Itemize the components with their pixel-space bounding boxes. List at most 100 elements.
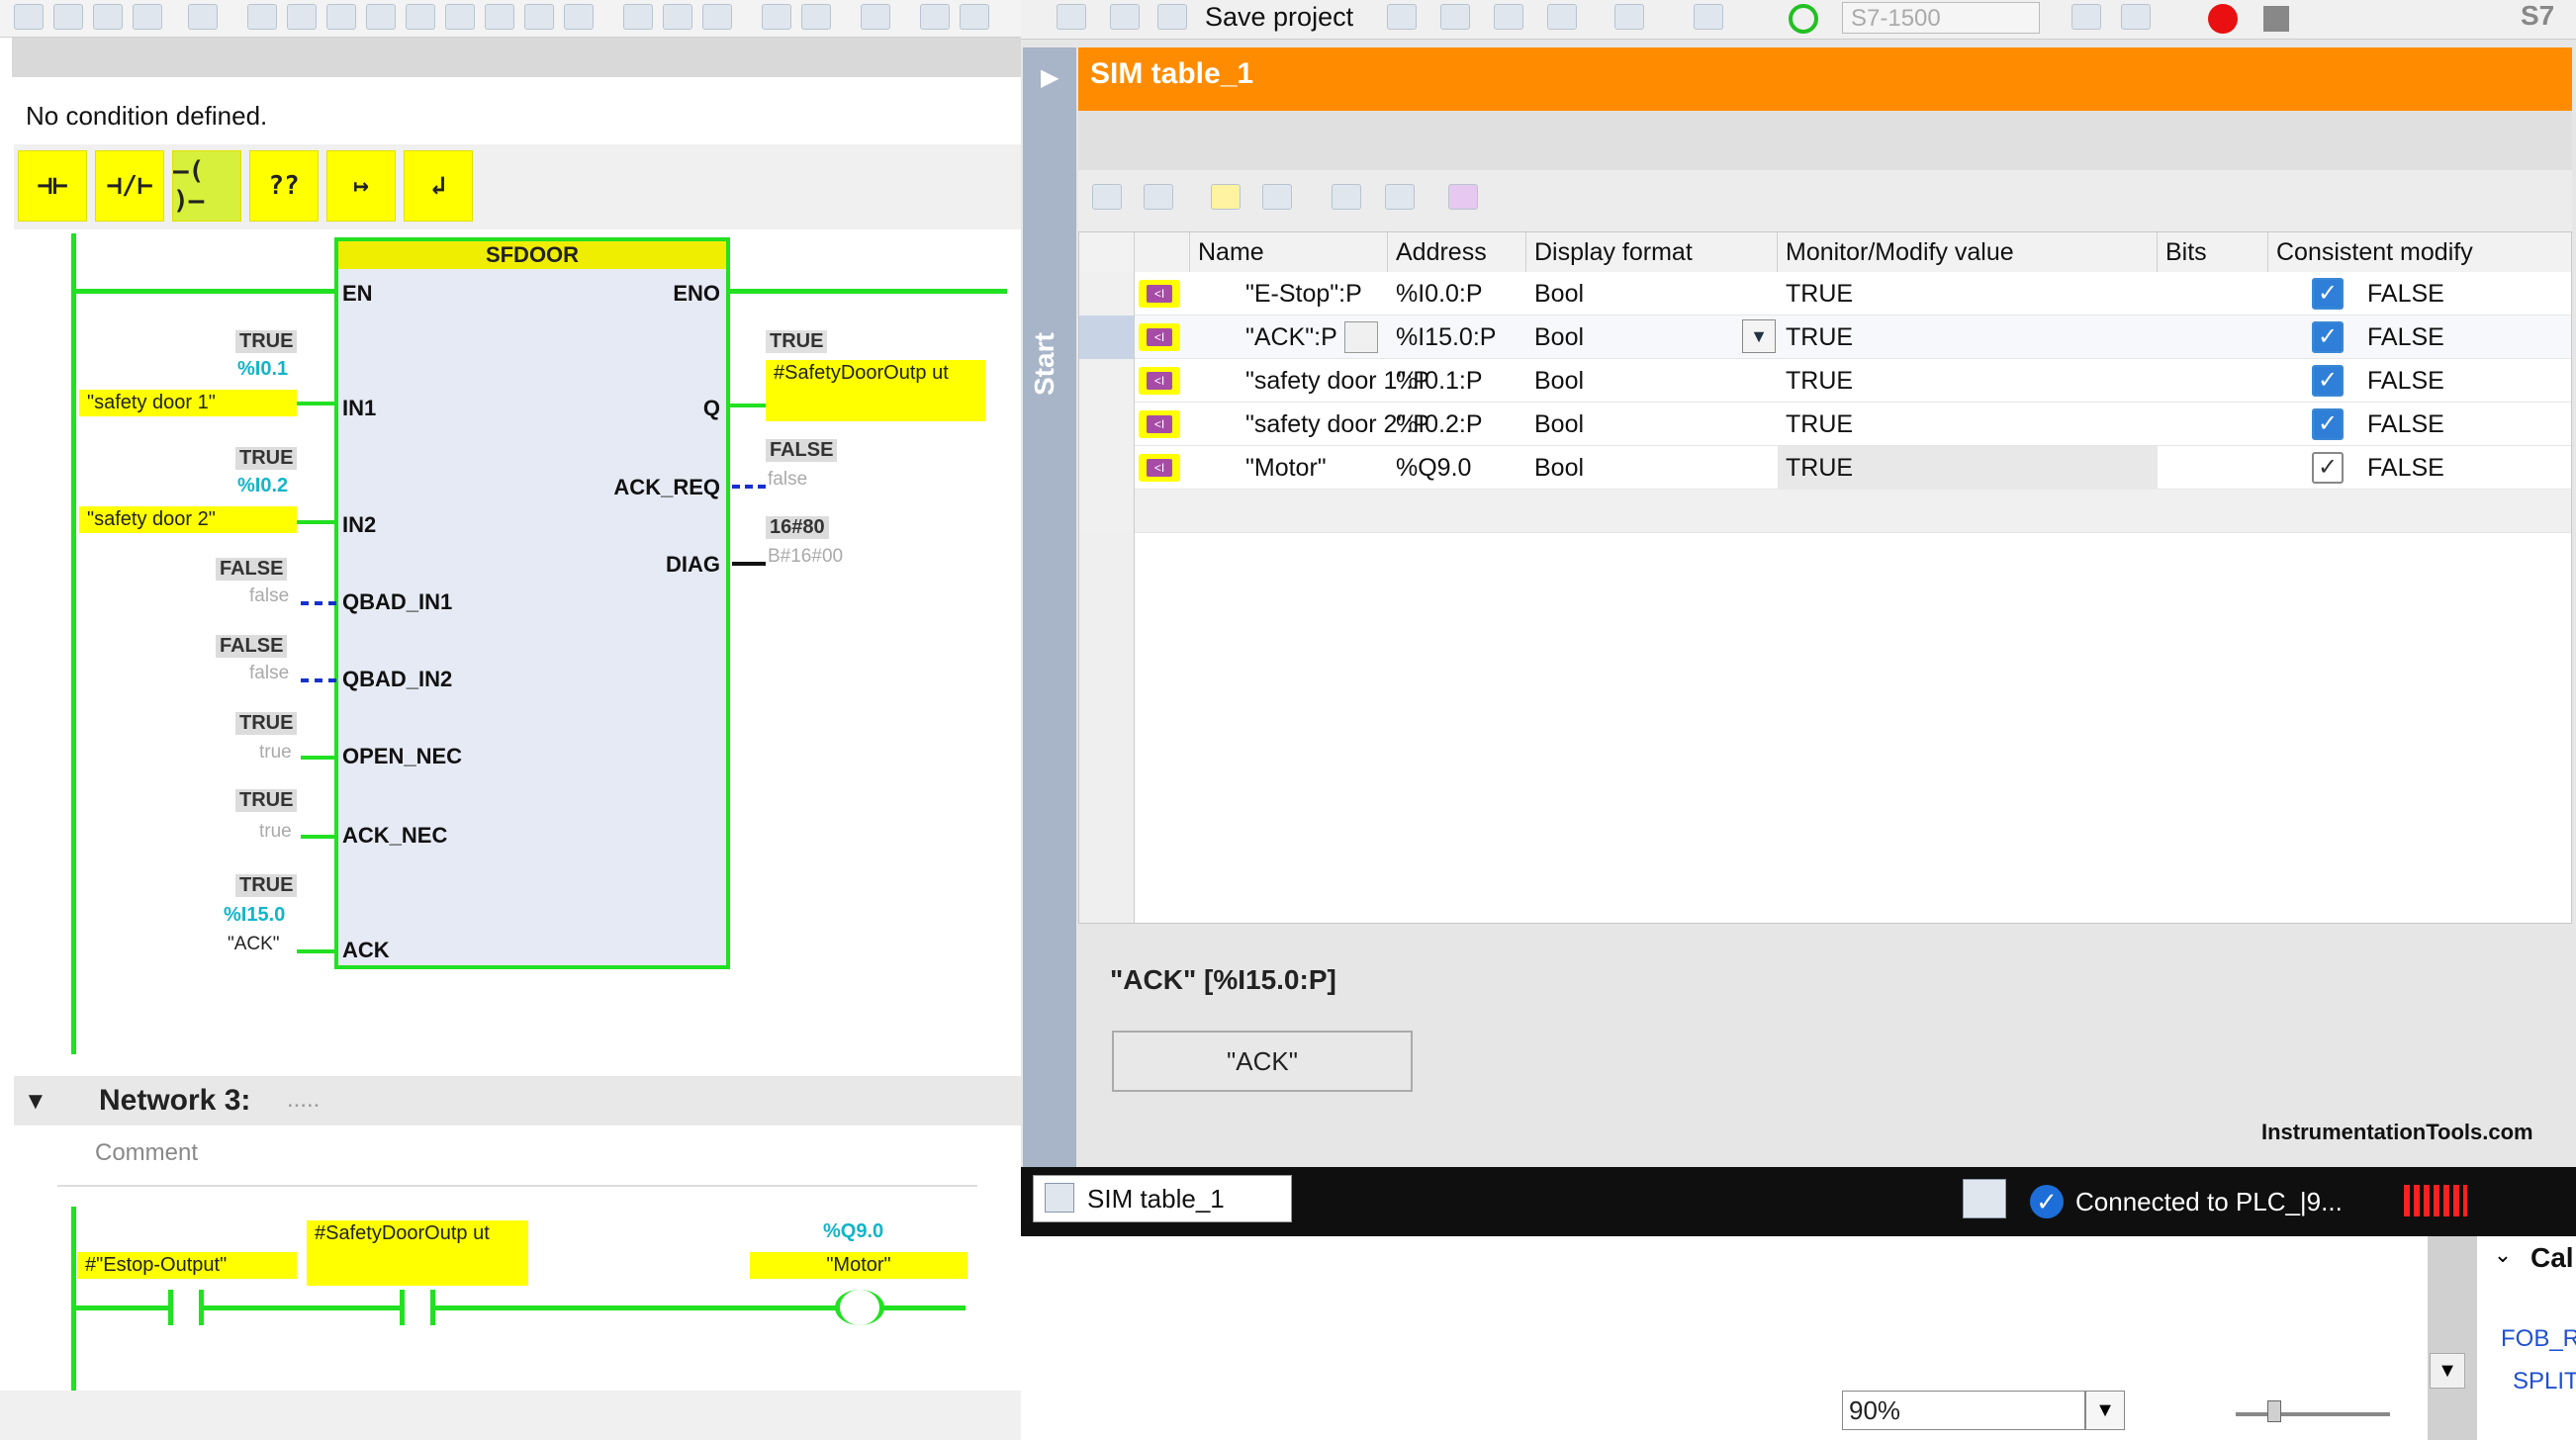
row-header[interactable] [1079, 359, 1135, 403]
new-icon[interactable] [1057, 4, 1086, 30]
q-tag[interactable]: #SafetyDoorOutp ut [766, 360, 985, 421]
col-name[interactable]: Name [1190, 232, 1388, 272]
chevron-down-icon[interactable]: ⌄ [2485, 1242, 2521, 1278]
toolbar-icon[interactable] [564, 4, 594, 30]
in2-tag[interactable]: "safety door 2" [79, 506, 297, 533]
bit-checkbox[interactable]: ✓ [2312, 452, 2344, 484]
zoom-dropdown-icon[interactable]: ▼ [2085, 1391, 2125, 1430]
col-bits[interactable]: Bits [2158, 232, 2268, 272]
close-branch-button[interactable]: ↲ [404, 150, 473, 222]
toolbar-icon[interactable] [93, 4, 123, 30]
ack-tag[interactable]: "ACK" [228, 934, 280, 955]
col-address[interactable]: Address [1388, 232, 1526, 272]
toolbar-icon[interactable] [485, 4, 514, 30]
row-format[interactable]: Bool [1534, 323, 1584, 352]
row-consistent[interactable]: FALSE [2367, 454, 2444, 483]
row-value[interactable]: TRUE [1786, 323, 1853, 352]
row-header[interactable] [1079, 272, 1135, 315]
save-icon[interactable] [1157, 4, 1187, 30]
list-icon[interactable] [1344, 321, 1378, 353]
row-name[interactable]: "Motor" [1245, 454, 1327, 483]
zoom-select[interactable]: 90% [1842, 1391, 2085, 1430]
zoom-slider[interactable] [2236, 1412, 2390, 1416]
network-comment[interactable]: Comment [95, 1139, 198, 1167]
row-format[interactable]: Bool [1534, 454, 1584, 483]
col-monitor-value[interactable]: Monitor/Modify value [1778, 232, 2158, 272]
empty-row[interactable] [1079, 490, 2571, 533]
toolbar-icon[interactable] [920, 4, 950, 30]
bit-checkbox[interactable]: ✓ [2312, 278, 2344, 310]
in1-tag[interactable]: "safety door 1" [79, 390, 297, 416]
fob-label[interactable]: FOB_R [2501, 1325, 2576, 1353]
toolbar-icon[interactable] [623, 4, 653, 30]
row-consistent[interactable]: FALSE [2367, 323, 2444, 352]
copy-icon[interactable] [1440, 4, 1470, 30]
open-icon[interactable] [1110, 4, 1140, 30]
add-tag-icon[interactable] [1144, 184, 1173, 210]
toolbar-icon[interactable] [702, 4, 732, 30]
empty-box-button[interactable]: ?? [249, 150, 319, 222]
table-row[interactable]: <I "Motor" %Q9.0 Bool TRUE ✓ FALSE [1079, 446, 2571, 490]
bit-checkbox[interactable]: ✓ [2312, 321, 2344, 353]
record-icon[interactable] [2208, 4, 2238, 34]
toolbar-icon[interactable] [524, 4, 554, 30]
toolbar-icon[interactable] [960, 4, 989, 30]
coil-symbol[interactable] [835, 1290, 884, 1325]
format-dropdown-icon[interactable]: ▼ [1742, 319, 1776, 353]
delete-icon[interactable] [1547, 4, 1577, 30]
network-icon[interactable] [1963, 1179, 2006, 1218]
row-value[interactable]: TRUE [1786, 454, 1853, 483]
toolbar-icon[interactable] [53, 4, 83, 30]
row-address[interactable]: %I0.0:P [1396, 280, 1483, 309]
motor-coil-tag[interactable]: "Motor" [750, 1252, 967, 1279]
safety-door-contact-tag[interactable]: #SafetyDoorOutp ut [307, 1220, 528, 1286]
bit-checkbox[interactable]: ✓ [2312, 365, 2344, 397]
row-consistent[interactable]: FALSE [2367, 367, 2444, 396]
cut-icon[interactable] [1387, 4, 1417, 30]
modify-now-icon[interactable] [1211, 184, 1241, 210]
power-icon[interactable] [1789, 4, 1818, 34]
toolbar-icon[interactable] [663, 4, 692, 30]
collapse-icon[interactable]: ▼ [24, 1088, 47, 1116]
split-label[interactable]: SPLIT [2513, 1368, 2576, 1395]
row-address[interactable]: %Q9.0 [1396, 454, 1471, 483]
splitter-bar[interactable] [1078, 924, 2572, 938]
contact-symbol[interactable] [400, 1290, 435, 1325]
toolbar-icon[interactable] [861, 4, 890, 30]
row-name[interactable]: "ACK":P [1245, 323, 1337, 352]
scroll-down-icon[interactable]: ▼ [2430, 1353, 2465, 1389]
table-row[interactable]: <I "E-Stop":P %I0.0:P Bool TRUE ✓ FALSE [1079, 272, 2571, 315]
toolbar-icon[interactable] [287, 4, 317, 30]
cpu-select[interactable]: S7-1500 [1842, 2, 2040, 34]
row-consistent[interactable]: FALSE [2367, 280, 2444, 309]
open-branch-button[interactable]: ↦ [326, 150, 396, 222]
row-name[interactable]: "E-Stop":P [1245, 280, 1362, 309]
contact-symbol[interactable] [168, 1290, 204, 1325]
import-icon[interactable] [1385, 184, 1415, 210]
sfdoor-block[interactable]: SFDOOR EN IN1 IN2 QBAD_IN1 QBAD_IN2 OPEN… [334, 237, 730, 969]
tag-icon[interactable] [1448, 184, 1478, 210]
row-header[interactable] [1079, 315, 1135, 359]
toolbar-icon[interactable] [801, 4, 831, 30]
toolbar-icon[interactable] [366, 4, 396, 30]
row-address[interactable]: %I0.2:P [1396, 410, 1483, 439]
coil-button[interactable]: –( )– [172, 150, 241, 222]
export-icon[interactable] [1332, 184, 1361, 210]
add-row-icon[interactable] [1092, 184, 1122, 210]
paste-icon[interactable] [1494, 4, 1523, 30]
row-header[interactable] [1079, 446, 1135, 490]
split-icon[interactable] [2121, 4, 2151, 30]
table-row[interactable]: <I "safety door 1":P %I0.1:P Bool TRUE ✓… [1079, 359, 2571, 403]
toolbar-icon[interactable] [762, 4, 791, 30]
vertical-scrollbar[interactable] [2428, 1236, 2477, 1440]
estop-contact-tag[interactable]: #"Estop-Output" [77, 1252, 297, 1279]
col-display-format[interactable]: Display format [1526, 232, 1778, 272]
col-consistent[interactable]: Consistent modify [2268, 232, 2571, 272]
start-sidebar[interactable] [1023, 47, 1076, 1234]
compare-icon[interactable] [2071, 4, 2101, 30]
toolbar-icon[interactable] [326, 4, 356, 30]
row-header[interactable] [1079, 403, 1135, 446]
expand-arrow-icon[interactable]: ▶ [1041, 63, 1058, 92]
zoom-slider-thumb[interactable] [2267, 1400, 2281, 1422]
row-address[interactable]: %I0.1:P [1396, 367, 1483, 396]
